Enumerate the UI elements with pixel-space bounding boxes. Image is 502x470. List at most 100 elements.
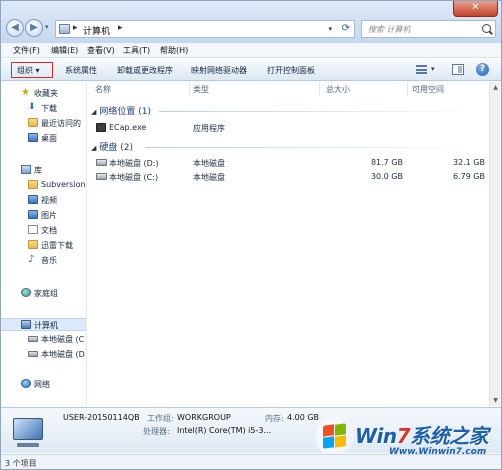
- help-icon[interactable]: ?: [476, 63, 489, 76]
- collapse-triangle-icon[interactable]: ◢: [91, 144, 96, 152]
- nav-network[interactable]: 网络: [1, 378, 86, 391]
- homegroup-icon: [21, 288, 31, 297]
- forward-button[interactable]: ▶: [25, 19, 43, 37]
- nav-item-pictures[interactable]: 图片: [1, 209, 86, 222]
- picture-icon: [28, 210, 38, 219]
- back-button[interactable]: ◀: [6, 19, 24, 37]
- column-header-name[interactable]: 名称: [95, 84, 111, 95]
- application-icon: [96, 123, 106, 132]
- column-header-type[interactable]: 类型: [193, 84, 209, 95]
- folder-icon: [28, 118, 38, 127]
- computer-icon: [21, 320, 31, 329]
- open-control-panel-button[interactable]: 打开控制面板: [267, 65, 315, 76]
- nav-label: 桌面: [41, 134, 57, 143]
- document-icon: [28, 225, 38, 234]
- file-list: 名称 类型 总大小 可用空间 ◢ 网络位置 (1) ECap.exe 应用程序 ◢…: [89, 82, 489, 406]
- cell-name: 本地磁盘 (D:): [109, 159, 159, 168]
- nav-label: 迅雷下载: [41, 241, 73, 250]
- cell-total-size: 81.7 GB: [370, 158, 403, 167]
- column-divider[interactable]: [407, 82, 408, 96]
- table-row[interactable]: 本地磁盘 (D:) 本地磁盘 81.7 GB 32.1 GB: [89, 157, 489, 169]
- recent-pages-dropdown[interactable]: ▾: [45, 23, 49, 31]
- search-placeholder[interactable]: 搜索 计算机: [368, 24, 411, 35]
- address-bar[interactable]: ▸ 计算机 ▸ ▾ ⟳: [55, 20, 355, 38]
- column-divider[interactable]: [189, 82, 190, 96]
- search-box[interactable]: 搜索 计算机: [361, 20, 496, 38]
- hard-drive-icon: [28, 351, 38, 357]
- nav-item-drive-c[interactable]: 本地磁盘 (C: [1, 333, 86, 346]
- nav-item-desktop[interactable]: 桌面: [1, 132, 86, 145]
- column-divider[interactable]: [319, 82, 320, 96]
- preview-pane-icon[interactable]: [452, 64, 464, 75]
- nav-label: Subversion: [41, 180, 86, 189]
- processor-label: 处理器:: [143, 427, 170, 436]
- group-title: 网络位置 (1): [99, 107, 152, 117]
- view-options-icon[interactable]: [416, 65, 427, 74]
- nav-label: 文档: [41, 226, 57, 235]
- column-header-free-space[interactable]: 可用空间: [412, 84, 444, 95]
- nav-label: 最近访问的: [41, 119, 81, 128]
- group-header-network-locations[interactable]: ◢ 网络位置 (1): [91, 104, 151, 117]
- title-bar: ◀ ▶ ▾ ▸ 计算机 ▸ ▾ ⟳ 搜索 计算机 ✕: [1, 1, 501, 43]
- nav-item-drive-d[interactable]: 本地磁盘 (D: [1, 348, 86, 361]
- nav-computer[interactable]: 计算机: [1, 318, 86, 331]
- organize-button[interactable]: 组织 ▾: [11, 62, 53, 78]
- nav-item-subversion[interactable]: Subversion: [1, 179, 86, 192]
- table-row[interactable]: ECap.exe 应用程序: [89, 122, 489, 134]
- processor-value: Intel(R) Core(TM) i5-3...: [177, 426, 272, 435]
- close-icon: ✕: [471, 2, 480, 13]
- cell-type: 本地磁盘: [193, 173, 225, 182]
- menu-file[interactable]: 文件(F): [13, 45, 40, 56]
- breadcrumb-computer[interactable]: 计算机: [83, 24, 110, 37]
- nav-library[interactable]: 库: [1, 164, 86, 177]
- navigation-pane: ★ 收藏夹 ⬇ 下载 最近访问的 桌面 库 Subversion 视频 图片 文…: [1, 82, 87, 406]
- nav-label: 库: [34, 166, 42, 175]
- arrow-right-icon: ▶: [30, 22, 38, 33]
- cell-free-space: 32.1 GB: [452, 158, 485, 167]
- menu-tools[interactable]: 工具(T): [123, 45, 150, 56]
- nav-label: 本地磁盘 (D: [41, 350, 85, 359]
- desktop-icon: [28, 133, 38, 142]
- nav-item-music[interactable]: ♪ 音乐: [1, 254, 86, 267]
- uninstall-program-button[interactable]: 卸载或更改程序: [117, 65, 173, 76]
- breadcrumb-chevron-icon[interactable]: ▸: [118, 23, 123, 33]
- nav-favorites[interactable]: ★ 收藏夹: [1, 87, 86, 100]
- music-note-icon: ♪: [28, 254, 35, 265]
- nav-item-recent[interactable]: 最近访问的: [1, 117, 86, 130]
- breadcrumb-chevron-icon[interactable]: ▸: [73, 23, 78, 33]
- column-header-total-size[interactable]: 总大小: [326, 84, 350, 95]
- collapse-triangle-icon[interactable]: ◢: [91, 108, 96, 116]
- nav-item-documents[interactable]: 文档: [1, 224, 86, 237]
- close-button[interactable]: ✕: [453, 1, 498, 17]
- menu-view[interactable]: 查看(V): [87, 45, 115, 56]
- refresh-icon[interactable]: ⟳: [342, 23, 350, 34]
- group-divider: [145, 147, 479, 148]
- scroll-down-icon[interactable]: ▼: [491, 396, 500, 405]
- nav-label: 计算机: [34, 321, 58, 330]
- cell-name: ECap.exe: [109, 123, 147, 132]
- memory-label: 内存:: [265, 414, 284, 423]
- nav-label: 网络: [34, 380, 50, 389]
- view-dropdown-icon[interactable]: ▾: [431, 65, 435, 73]
- nav-label: 视频: [41, 196, 57, 205]
- search-icon[interactable]: [482, 24, 491, 33]
- nav-item-videos[interactable]: 视频: [1, 194, 86, 207]
- nav-label: 收藏夹: [34, 89, 58, 98]
- menu-help[interactable]: 帮助(H): [160, 45, 188, 56]
- nav-item-downloads[interactable]: ⬇ 下载: [1, 102, 86, 115]
- system-properties-button[interactable]: 系统属性: [65, 65, 97, 76]
- vertical-scrollbar[interactable]: ▲ ▼: [489, 82, 500, 406]
- map-network-drive-button[interactable]: 映射网络驱动器: [191, 65, 247, 76]
- table-row[interactable]: 本地磁盘 (C:) 本地磁盘 30.0 GB 6.79 GB: [89, 171, 489, 183]
- menu-edit[interactable]: 编辑(E): [51, 45, 78, 56]
- cell-total-size: 30.0 GB: [370, 172, 403, 181]
- cell-name: 本地磁盘 (C:): [109, 173, 159, 182]
- scroll-up-icon[interactable]: ▲: [491, 83, 500, 92]
- computer-icon: [13, 418, 43, 447]
- nav-homegroup[interactable]: 家庭组: [1, 287, 86, 300]
- arrow-left-icon: ◀: [11, 22, 19, 33]
- address-dropdown-icon[interactable]: ▾: [328, 25, 332, 33]
- group-header-hard-disks[interactable]: ◢ 硬盘 (2): [91, 140, 133, 153]
- nav-item-thunder-downloads[interactable]: 迅雷下载: [1, 239, 86, 252]
- menu-bar: 文件(F) 编辑(E) 查看(V) 工具(T) 帮助(H): [1, 43, 501, 58]
